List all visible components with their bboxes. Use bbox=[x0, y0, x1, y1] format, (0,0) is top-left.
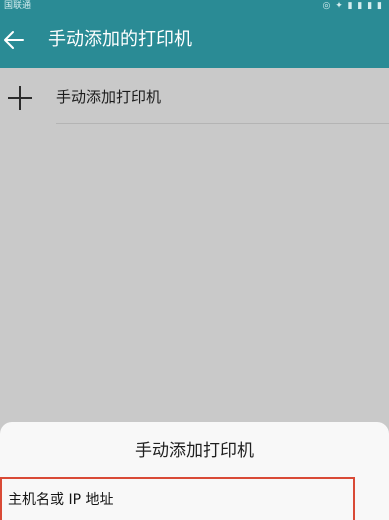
carrier-label: 国联通 bbox=[4, 1, 32, 11]
printer-list: 手动添加打印机 bbox=[0, 68, 389, 420]
hostname-field[interactable]: 主机名或 IP 地址 bbox=[0, 477, 355, 520]
list-divider bbox=[56, 123, 389, 124]
app-bar: 手动添加的打印机 bbox=[0, 12, 389, 68]
add-printer-sheet: 手动添加打印机 主机名或 IP 地址 bbox=[0, 422, 389, 520]
status-bar: 国联通 ◎ ✦ ▮ ▮ ▮ ▮ bbox=[0, 0, 389, 12]
hostname-field-label: 主机名或 IP 地址 bbox=[8, 492, 114, 508]
list-item-add-printer[interactable]: 手动添加打印机 bbox=[0, 68, 389, 124]
page-title: 手动添加的打印机 bbox=[48, 29, 192, 50]
sheet-title: 手动添加打印机 bbox=[135, 441, 254, 461]
status-indicators: ◎ ✦ ▮ ▮ ▮ ▮ bbox=[322, 1, 383, 11]
arrow-left-icon bbox=[4, 31, 24, 49]
plus-icon bbox=[8, 86, 32, 110]
back-button[interactable] bbox=[0, 22, 34, 58]
list-item-label: 手动添加打印机 bbox=[56, 88, 162, 106]
